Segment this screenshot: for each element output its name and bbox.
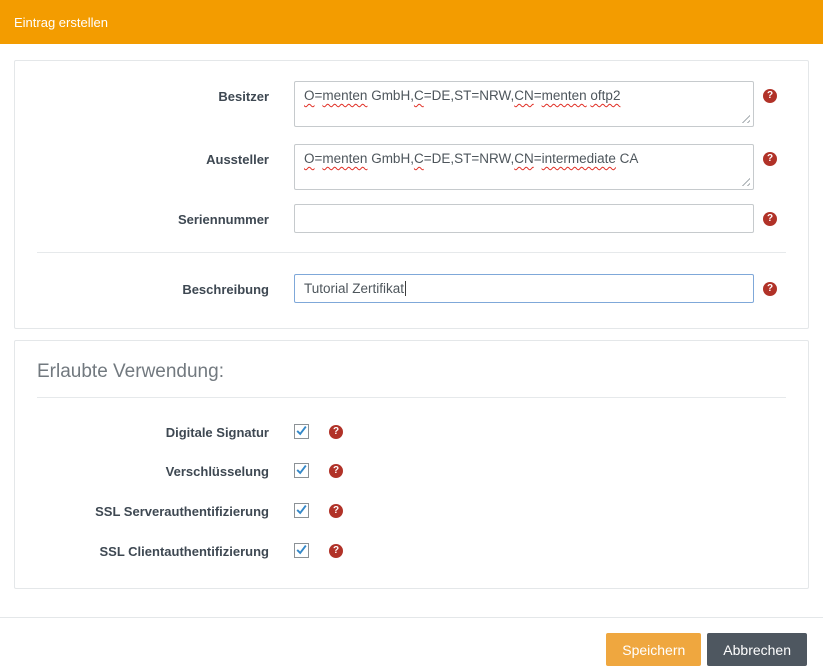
- ssl-serverauth-label: SSL Serverauthentifizierung: [15, 503, 269, 520]
- besitzer-label: Besitzer: [15, 81, 269, 105]
- seriennummer-help-icon[interactable]: ?: [763, 212, 777, 226]
- text-caret: [405, 281, 406, 296]
- checkbox-row-ssl-serverauth: SSL Serverauthentifizierung ?: [15, 503, 808, 520]
- aussteller-label: Aussteller: [15, 144, 269, 168]
- save-button[interactable]: Speichern: [606, 633, 701, 666]
- ssl-serverauth-checkbox[interactable]: [294, 503, 309, 518]
- certificate-form-panel: Besitzer O=menten GmbH,C=DE,ST=NRW,CN=me…: [14, 60, 809, 329]
- verschluesselung-label: Verschlüsselung: [15, 463, 269, 480]
- beschreibung-help-icon[interactable]: ?: [763, 282, 777, 296]
- digitale-signatur-help-icon[interactable]: ?: [329, 425, 343, 439]
- besitzer-help-icon[interactable]: ?: [763, 89, 777, 103]
- aussteller-textarea[interactable]: O=menten GmbH,C=DE,ST=NRW,CN=intermediat…: [294, 144, 754, 190]
- verschluesselung-checkbox[interactable]: [294, 463, 309, 478]
- cancel-button[interactable]: Abbrechen: [707, 633, 807, 666]
- verschluesselung-help-icon[interactable]: ?: [329, 464, 343, 478]
- checkmark-icon: [295, 502, 308, 517]
- form-row-seriennummer: Seriennummer ?: [15, 204, 808, 233]
- form-row-aussteller: Aussteller O=menten GmbH,C=DE,ST=NRW,CN=…: [15, 144, 808, 190]
- dialog-title: Eintrag erstellen: [14, 15, 108, 30]
- resize-grip-icon[interactable]: [741, 114, 750, 123]
- checkmark-icon: [295, 462, 308, 477]
- checkbox-row-ssl-clientauth: SSL Clientauthentifizierung ?: [15, 543, 808, 560]
- footer-divider: [0, 617, 823, 618]
- ssl-clientauth-checkbox[interactable]: [294, 543, 309, 558]
- beschreibung-input[interactable]: Tutorial Zertifikat: [294, 274, 754, 303]
- checkbox-row-verschluesselung: Verschlüsselung ?: [15, 463, 808, 480]
- besitzer-textarea[interactable]: O=menten GmbH,C=DE,ST=NRW,CN=menten oftp…: [294, 81, 754, 127]
- checkmark-icon: [295, 542, 308, 557]
- ssl-clientauth-help-icon[interactable]: ?: [329, 544, 343, 558]
- footer-button-bar: Speichern Abbrechen: [16, 633, 807, 666]
- aussteller-help-icon[interactable]: ?: [763, 152, 777, 166]
- beschreibung-label: Beschreibung: [15, 274, 269, 298]
- ssl-serverauth-help-icon[interactable]: ?: [329, 504, 343, 518]
- digitale-signatur-label: Digitale Signatur: [15, 424, 269, 441]
- digitale-signatur-checkbox[interactable]: [294, 424, 309, 439]
- seriennummer-label: Seriennummer: [15, 204, 269, 228]
- allowed-usage-heading: Erlaubte Verwendung:: [37, 351, 786, 397]
- form-row-beschreibung: Beschreibung Tutorial Zertifikat ?: [15, 274, 808, 303]
- resize-grip-icon[interactable]: [741, 177, 750, 186]
- form-section-divider: [37, 252, 786, 253]
- form-row-besitzer: Besitzer O=menten GmbH,C=DE,ST=NRW,CN=me…: [15, 81, 808, 127]
- checkmark-icon: [295, 423, 308, 438]
- ssl-clientauth-label: SSL Clientauthentifizierung: [15, 543, 269, 560]
- beschreibung-value: Tutorial Zertifikat: [304, 281, 404, 296]
- checkbox-row-digitale-signatur: Digitale Signatur ?: [15, 424, 808, 441]
- allowed-usage-panel: Erlaubte Verwendung: Digitale Signatur ?…: [14, 340, 809, 589]
- heading-rule: [37, 397, 786, 398]
- seriennummer-input[interactable]: [294, 204, 754, 233]
- dialog-titlebar: Eintrag erstellen: [0, 0, 823, 44]
